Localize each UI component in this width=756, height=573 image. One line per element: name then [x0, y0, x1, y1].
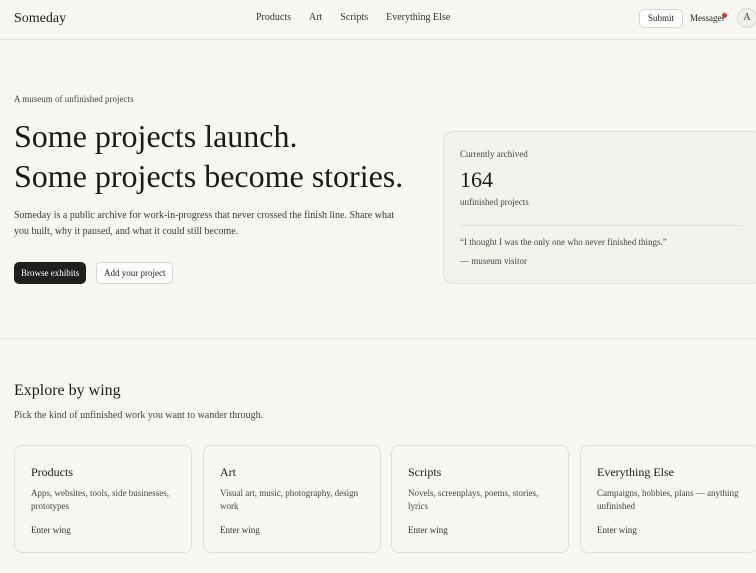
add-project-button[interactable]: Add your project [96, 262, 174, 284]
submit-button[interactable]: Submit [639, 9, 684, 28]
wing-description: Campaigns, hobbies, plans — anything unf… [597, 488, 739, 511]
wing-description: Visual art, music, photography, design w… [220, 488, 359, 511]
notification-dot [722, 13, 727, 18]
enter-wing-link[interactable]: Enter wing [31, 525, 71, 535]
wing-title: Everything Else [597, 465, 674, 479]
nav-link-art[interactable]: Art [309, 12, 322, 23]
stat-count: 164 [460, 167, 493, 192]
hero-eyebrow: A museum of unfinished projects [14, 94, 134, 104]
wing-title: Scripts [408, 465, 442, 479]
main-nav: Products Art Scripts Everything Else [256, 12, 450, 23]
quote-attribution: — museum visitor [460, 256, 527, 266]
stat-divider [460, 225, 742, 226]
visitor-quote: “I thought I was the only one who never … [460, 237, 667, 247]
headline-line-1: Some projects launch. [14, 118, 298, 154]
wing-card-art[interactable]: Art Visual art, music, photography, desi… [203, 445, 381, 553]
hero-headline: Some projects launch. Some projects beco… [14, 116, 403, 196]
wing-title: Products [31, 465, 73, 479]
wings-subtitle: Pick the kind of unfinished work you wan… [14, 410, 264, 421]
wings-title: Explore by wing [14, 382, 121, 399]
wing-card-everything-else[interactable]: Everything Else Campaigns, hobbies, plan… [580, 445, 756, 553]
archive-stats-card: Currently archived 164 unfinished projec… [443, 131, 756, 284]
section-divider [0, 338, 756, 339]
headline-line-2: Some projects become stories. [14, 158, 404, 194]
browse-exhibits-button[interactable]: Browse exhibits [14, 262, 87, 284]
wing-description: Apps, websites, tools, side businesses, … [31, 488, 169, 511]
wing-card-scripts[interactable]: Scripts Novels, screenplays, poems, stor… [391, 445, 569, 553]
enter-wing-link[interactable]: Enter wing [220, 525, 260, 535]
enter-wing-link[interactable]: Enter wing [408, 525, 448, 535]
nav-link-products[interactable]: Products [256, 12, 291, 23]
wing-title: Art [220, 465, 236, 479]
nav-link-everything-else[interactable]: Everything Else [386, 12, 450, 23]
stat-label: Currently archived [460, 149, 528, 159]
hero-intro: Someday is a public archive for work-in-… [14, 210, 395, 237]
wing-description: Novels, screenplays, poems, stories, lyr… [408, 488, 539, 511]
stat-unit: unfinished projects [460, 197, 529, 207]
top-header: Someday Products Art Scripts Everything … [0, 0, 756, 40]
wing-card-products[interactable]: Products Apps, websites, tools, side bus… [14, 445, 192, 553]
nav-link-scripts[interactable]: Scripts [340, 12, 368, 23]
messages-link[interactable]: Messages [690, 13, 724, 23]
site-logo[interactable]: Someday [14, 11, 66, 27]
avatar[interactable]: A [737, 8, 756, 28]
enter-wing-link[interactable]: Enter wing [597, 525, 637, 535]
